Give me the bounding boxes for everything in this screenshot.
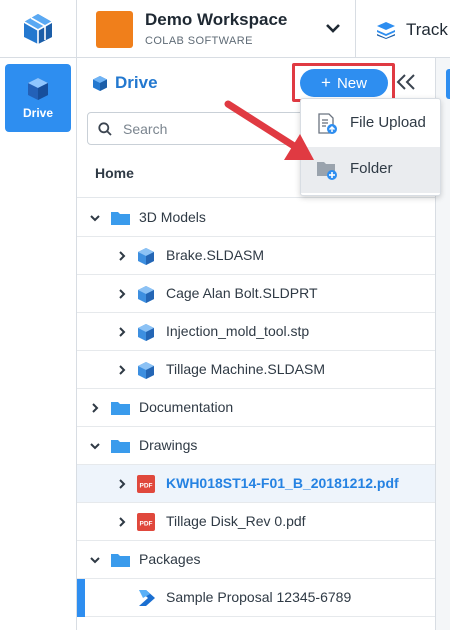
chevron-right-icon (119, 365, 126, 375)
chevron-down-icon (326, 24, 340, 33)
colab-logo-icon (23, 14, 53, 44)
package-chevron-icon (139, 590, 155, 606)
new-folder-icon (317, 162, 337, 180)
tree-row-file[interactable]: Cage Alan Bolt.SLDPRT (77, 275, 435, 313)
tree-row-file[interactable]: Tillage Machine.SLDASM (77, 351, 435, 389)
top-bar: Demo Workspace COLAB SOFTWARE Track (0, 0, 450, 58)
tree-row-file[interactable]: Injection_mold_tool.stp (77, 313, 435, 351)
file-upload-icon (318, 113, 337, 134)
tree-row-label: Cage Alan Bolt.SLDPRT (166, 285, 318, 301)
nav-drive-label: Drive (22, 105, 54, 120)
drive-title: Drive (115, 73, 158, 92)
tree-row-folder[interactable]: Packages (77, 541, 435, 579)
double-chevron-left-icon (396, 74, 415, 90)
menu-item-label: File Upload (350, 114, 426, 131)
new-button-label: New (336, 74, 367, 92)
tree-row-label: Tillage Disk_Rev 0.pdf (166, 513, 306, 529)
workspace-name: Demo Workspace (145, 10, 288, 29)
tree-row-label: Injection_mold_tool.stp (166, 323, 310, 339)
new-menu: File Upload Folder (300, 98, 441, 196)
tree-row-label: KWH018ST14-F01_B_20181212.pdf (166, 475, 399, 491)
tab-track[interactable]: Track (356, 0, 450, 58)
tree-row-label: Documentation (139, 399, 234, 415)
chevron-right-icon (119, 289, 126, 299)
chevron-right-icon (92, 403, 99, 413)
tree-row-label: Brake.SLDASM (166, 247, 265, 263)
chevron-right-icon (119, 479, 126, 489)
search-placeholder: Search (123, 121, 168, 137)
folder-icon (111, 440, 130, 453)
left-nav: Drive (0, 58, 77, 630)
chevron-right-icon (119, 327, 126, 337)
chevron-down-icon (90, 557, 100, 564)
pdf-icon: PDF (137, 475, 155, 493)
side-tab-button[interactable] (446, 69, 450, 99)
tree-row-label: Packages (139, 551, 201, 567)
tree-row-package-selected[interactable]: Sample Proposal 12345-6789 (77, 579, 435, 617)
tree-row-label: Sample Proposal 12345-6789 (166, 589, 352, 605)
workspace-switcher[interactable]: Demo Workspace COLAB SOFTWARE (77, 0, 356, 58)
svg-text:PDF: PDF (140, 521, 153, 528)
menu-item-folder[interactable]: Folder (301, 147, 440, 193)
cad-cube-icon (138, 324, 154, 341)
pdf-icon: PDF (137, 513, 155, 531)
drive-icon (28, 77, 48, 100)
selection-indicator (77, 579, 85, 617)
new-button[interactable]: + New (300, 69, 388, 97)
menu-item-label: Folder (350, 160, 393, 177)
tree-row-folder[interactable]: Documentation (77, 389, 435, 427)
layers-icon (377, 22, 395, 39)
drive-cube-icon (93, 76, 107, 91)
tree-row-file[interactable]: PDF Tillage Disk_Rev 0.pdf (77, 503, 435, 541)
tree-row-label: Tillage Machine.SLDASM (166, 361, 325, 377)
chevron-down-icon (90, 215, 100, 222)
tree-row-file[interactable]: Brake.SLDASM (77, 237, 435, 275)
workspace-company: COLAB SOFTWARE (145, 35, 253, 47)
menu-item-file-upload[interactable]: File Upload (301, 101, 440, 147)
folder-icon (111, 554, 130, 567)
collapse-panel-button[interactable] (395, 72, 421, 94)
cad-cube-icon (138, 248, 154, 265)
folder-icon (111, 402, 130, 415)
tree-row-file-active[interactable]: PDF KWH018ST14-F01_B_20181212.pdf (77, 465, 435, 503)
cad-cube-icon (138, 286, 154, 303)
chevron-right-icon (119, 251, 126, 261)
search-field[interactable]: Search (87, 112, 319, 145)
home-label: Home (95, 165, 134, 181)
tree-row-folder[interactable]: 3D Models (77, 199, 435, 237)
nav-drive-button[interactable]: Drive (5, 64, 71, 132)
tree-row-label: Drawings (139, 437, 198, 453)
folder-icon (111, 212, 130, 225)
svg-text:PDF: PDF (140, 483, 153, 490)
workspace-avatar (96, 11, 133, 48)
chevron-down-icon (90, 443, 100, 450)
chevron-right-icon (119, 517, 126, 527)
cad-cube-icon (138, 362, 154, 379)
tab-track-label: Track (406, 20, 448, 39)
tree-row-label: 3D Models (139, 209, 206, 225)
app-logo[interactable] (0, 0, 77, 58)
plus-icon: + (321, 73, 331, 92)
tree-row-folder[interactable]: Drawings (77, 427, 435, 465)
search-icon (98, 122, 112, 136)
